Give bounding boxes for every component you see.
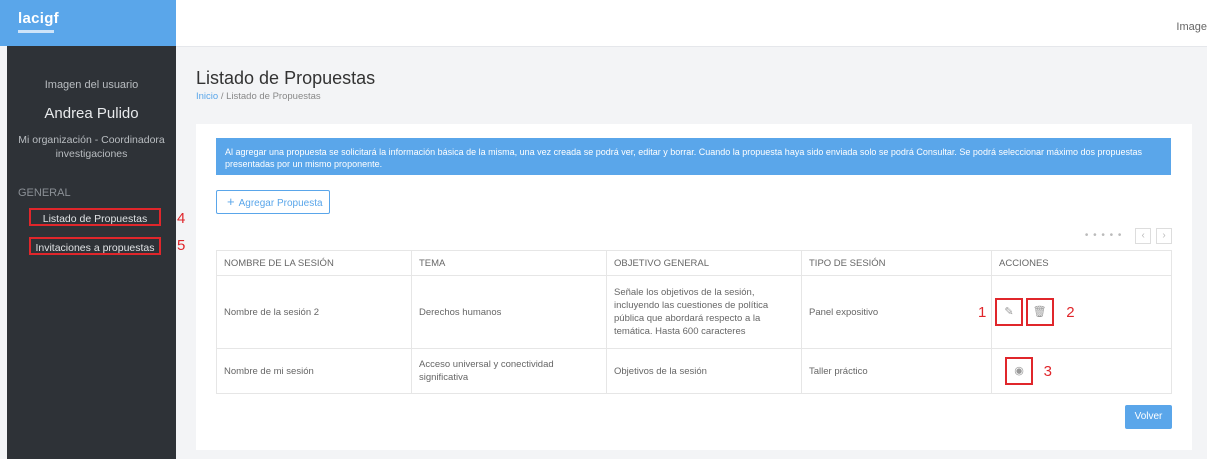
user-name: Andrea Pulido: [44, 105, 139, 122]
add-proposal-label: Agregar Propuesta: [238, 198, 323, 209]
col-header-tema: TEMA: [411, 250, 607, 276]
cell-tipo: Panel expositivo: [801, 275, 992, 349]
table-row: Nombre de mi sesión Acceso universal y c…: [216, 348, 1172, 394]
logo-bar: lacigf: [0, 0, 176, 46]
top-image-text: Image: [1176, 21, 1207, 33]
sidebar-item-invitaciones[interactable]: Invitaciones a propuestas: [29, 237, 161, 255]
logo-underline: [18, 30, 54, 33]
proposals-table: NOMBRE DE LA SESIÓN TEMA OBJETIVO GENERA…: [216, 250, 1172, 394]
pager-next-button[interactable]: ›: [1156, 228, 1172, 244]
annotation-1: 1: [978, 303, 987, 321]
cell-tema: Derechos humanos: [411, 275, 607, 349]
cell-nombre: Nombre de mi sesión: [216, 348, 412, 394]
page-title: Listado de Propuestas: [196, 68, 376, 88]
annotation-2: 2: [1066, 303, 1075, 321]
cell-acciones: ◉ 3: [991, 348, 1172, 394]
cell-tipo: Taller práctico: [801, 348, 992, 394]
proposals-card: Al agregar una propuesta se solicitará l…: [196, 124, 1192, 450]
plus-icon: +: [227, 194, 235, 209]
col-header-tipo: TIPO DE SESIÓN: [801, 250, 992, 276]
top-bar: Image: [176, 0, 1207, 47]
user-image: Imagen del usuario: [44, 79, 139, 91]
edit-icon[interactable]: ✎: [994, 298, 1023, 326]
delete-icon[interactable]: 🗑: [1025, 298, 1054, 326]
pager-prev-button[interactable]: ‹: [1135, 228, 1152, 244]
info-banner: Al agregar una propuesta se solicitará l…: [216, 138, 1171, 175]
table-pager: • • • • • ‹ ›: [1085, 228, 1172, 244]
table-row: Nombre de la sesión 2 Derechos humanos S…: [216, 275, 1172, 349]
sidebar: Imagen del usuario Andrea Pulido Mi orga…: [7, 46, 176, 459]
breadcrumb-home-link[interactable]: Inicio: [196, 91, 218, 102]
back-button[interactable]: Volver: [1125, 405, 1172, 429]
col-header-objetivo: OBJETIVO GENERAL: [606, 250, 802, 276]
annotation-5: 5: [177, 237, 186, 254]
add-proposal-button[interactable]: + Agregar Propuesta: [216, 190, 330, 214]
annotation-4: 4: [177, 210, 186, 227]
col-header-nombre: NOMBRE DE LA SESIÓN: [216, 250, 412, 276]
cell-objetivo: Señale los objetivos de la sesión, inclu…: [606, 275, 802, 349]
breadcrumb: Inicio / Listado de Propuestas: [196, 91, 321, 102]
table-header-row: NOMBRE DE LA SESIÓN TEMA OBJETIVO GENERA…: [216, 250, 1172, 276]
annotation-3: 3: [1043, 362, 1052, 380]
sidebar-item-listado-propuestas[interactable]: Listado de Propuestas: [29, 208, 161, 226]
col-header-acciones: ACCIONES: [991, 250, 1172, 276]
cell-tema: Acceso universal y conectividad signific…: [411, 348, 607, 394]
breadcrumb-separator: /: [220, 91, 224, 102]
view-icon[interactable]: ◉: [1005, 357, 1033, 385]
pager-dots: • • • • •: [1084, 230, 1123, 241]
breadcrumb-current: Listado de Propuestas: [226, 91, 321, 102]
cell-nombre: Nombre de la sesión 2: [216, 275, 412, 349]
logo[interactable]: lacigf: [18, 10, 59, 27]
user-organization: Mi organización - Coordinadora investiga…: [18, 134, 165, 160]
cell-objetivo: Objetivos de la sesión: [606, 348, 802, 394]
cell-acciones: 1 ✎ 🗑 2: [978, 275, 1172, 349]
section-title-general: GENERAL: [18, 187, 71, 199]
